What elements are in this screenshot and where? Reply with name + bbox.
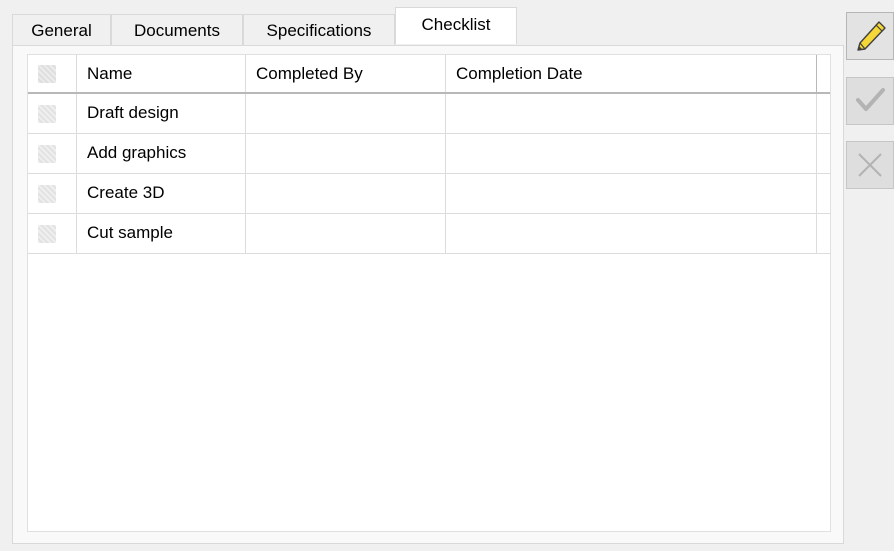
- row-selector[interactable]: [28, 214, 77, 253]
- cell-completed-by[interactable]: [246, 214, 446, 253]
- cell-completed-by[interactable]: [246, 134, 446, 173]
- cell-completion-date[interactable]: [446, 94, 817, 133]
- cell-completion-date[interactable]: [446, 134, 817, 173]
- tab-strip: General Documents Specifications Checkli…: [12, 7, 844, 46]
- tab-checklist[interactable]: Checklist: [395, 7, 517, 44]
- select-all-cell[interactable]: [28, 55, 77, 92]
- tab-specifications[interactable]: Specifications: [243, 14, 395, 46]
- row-selector-icon: [38, 65, 56, 83]
- cancel-button[interactable]: [846, 141, 894, 189]
- column-header-completion-date[interactable]: Completion Date: [446, 55, 817, 92]
- table-row[interactable]: Cut sample: [28, 214, 830, 254]
- pencil-icon: [857, 21, 886, 51]
- x-icon: [858, 153, 882, 177]
- cell-name[interactable]: Draft design: [77, 94, 246, 133]
- checkmark-icon: [856, 88, 885, 111]
- cell-completion-date[interactable]: [446, 174, 817, 213]
- tab-general[interactable]: General: [12, 14, 111, 46]
- grid-header-row: Name Completed By Completion Date: [28, 55, 830, 94]
- checklist-window: General Documents Specifications Checkli…: [0, 0, 894, 551]
- row-selector-icon: [38, 145, 56, 163]
- tab-documents[interactable]: Documents: [111, 14, 243, 46]
- cell-name[interactable]: Add graphics: [77, 134, 246, 173]
- cell-name[interactable]: Create 3D: [77, 174, 246, 213]
- cell-completed-by[interactable]: [246, 174, 446, 213]
- table-row[interactable]: Draft design: [28, 94, 830, 134]
- row-selector[interactable]: [28, 94, 77, 133]
- table-row[interactable]: Add graphics: [28, 134, 830, 174]
- row-selector-icon: [38, 185, 56, 203]
- column-header-completed-by[interactable]: Completed By: [246, 55, 446, 92]
- cell-completed-by[interactable]: [246, 94, 446, 133]
- checklist-tab-page: Name Completed By Completion Date Draft …: [12, 45, 844, 544]
- accept-button[interactable]: [846, 77, 894, 125]
- cell-completion-date[interactable]: [446, 214, 817, 253]
- cell-name[interactable]: Cut sample: [77, 214, 246, 253]
- column-header-name[interactable]: Name: [77, 55, 246, 92]
- checklist-grid: Name Completed By Completion Date Draft …: [27, 54, 831, 532]
- row-selector-icon: [38, 225, 56, 243]
- edit-button[interactable]: [846, 12, 894, 60]
- table-row[interactable]: Create 3D: [28, 174, 830, 214]
- row-selector[interactable]: [28, 174, 77, 213]
- row-selector-icon: [38, 105, 56, 123]
- row-selector[interactable]: [28, 134, 77, 173]
